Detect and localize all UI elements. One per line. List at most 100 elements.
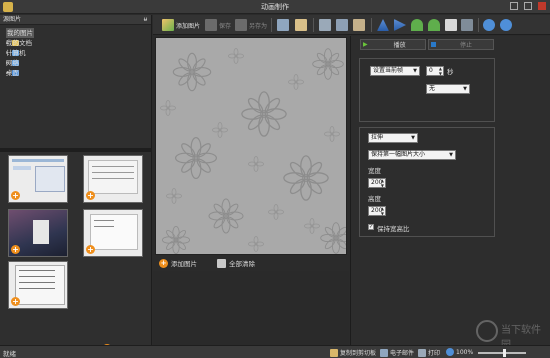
tree-item-my-pictures[interactable]: ▸ 我的图片 [6,28,151,38]
keep-ratio-label: 保持宽高比 [377,225,410,233]
height-stepper[interactable]: 200 ▲ ▼ [368,206,386,216]
flip-horizontal-icon [394,19,406,31]
seconds-label: 秒 [447,68,454,76]
chevron-down-icon: ▼ [411,135,415,141]
rotate-right-button[interactable] [428,18,440,32]
toolbar-separator [271,18,272,32]
thumb-graphic [19,282,55,283]
zoom-out-button[interactable] [500,18,512,32]
rotate-left-button[interactable] [411,18,423,32]
add-thumbnail-icon[interactable]: + [11,191,20,200]
add-thumbnail-icon[interactable]: + [11,245,20,254]
play-button[interactable]: ▶ 播放 [360,39,426,50]
thumbnail[interactable]: + [8,209,68,257]
save-as-label: 另存为 [249,22,268,30]
copy-button[interactable] [336,18,348,32]
thumbnail-grid: + + + + + [0,153,152,323]
thumb-graphic [92,178,134,179]
tree-item-network[interactable]: ▸ 网络 [6,58,151,68]
chevron-down-icon: ▼ [449,152,453,158]
width-label: 宽度 [368,167,381,175]
source-panel: 源图片 ᵾ ▸ 我的图片 ▸ 我的文档 ▸ 计算机 ▸ 网络 ▸ 桌面 [0,15,152,355]
add-image-frame-button[interactable]: + 添加图片 [159,258,197,268]
stop-button[interactable]: 停止 [428,39,494,50]
save-as-button[interactable]: 另存为 [235,18,267,32]
email-button[interactable] [295,18,307,32]
save-icon [205,19,217,31]
thumbnail[interactable]: + [8,261,68,309]
print-button[interactable] [277,18,289,32]
pin-icon[interactable]: ᵾ [144,15,147,25]
print-status-button[interactable]: 打印 [418,348,440,357]
thumb-graphic [35,166,65,192]
paste-button[interactable] [353,18,365,32]
clear-all-label: 全部清除 [229,260,255,268]
add-icon: + [159,258,168,268]
add-thumbnail-icon[interactable]: + [86,191,95,200]
email-label: 电子邮件 [390,350,415,357]
maximize-button[interactable] [524,2,532,10]
size-mode-select[interactable]: 保持第一幅图片大小 ▼ [368,150,456,160]
panel-splitter[interactable] [0,148,152,152]
delay-value: 0 [429,67,433,74]
zoom-slider[interactable] [478,349,526,357]
tree-item-my-documents[interactable]: ▸ 我的文档 [6,38,151,48]
minimize-button[interactable] [510,2,518,10]
copy-to-clipboard-button[interactable]: 复制到剪切板 [330,348,376,357]
toolbar-separator [371,18,372,32]
thumbnail[interactable]: + [83,209,143,257]
thumbnail[interactable]: + [83,155,143,203]
clear-all-button[interactable]: 全部清除 [217,258,255,268]
tree-item-label: 桌面 [6,69,19,77]
tree-item-computer[interactable]: ▸ 计算机 [6,48,151,58]
timing-group: 设置当前帧 ▼ 0 ▲ ▼ 秒 无 ▼ [359,58,495,122]
watermark-logo: 当下软件园 [474,318,550,351]
email-status-button[interactable]: 电子邮件 [380,348,414,357]
save-label: 保存 [219,22,232,30]
cut-button[interactable] [319,18,331,32]
folder-tree: ▸ 我的图片 ▸ 我的文档 ▸ 计算机 ▸ 网络 ▸ 桌面 [0,25,151,145]
stretch-select[interactable]: 拉伸 ▼ [368,133,418,143]
envelope-icon [295,19,307,31]
close-button[interactable] [538,2,546,10]
thumb-graphic [19,288,55,289]
add-image-frame-label: 添加图片 [171,260,197,268]
zoom-readout: 100% [446,348,473,356]
save-as-icon [235,19,247,31]
frame-button[interactable] [461,18,473,32]
add-image-button[interactable]: 添加图片 [162,18,200,32]
frame-icon [461,19,473,31]
width-stepper[interactable]: 200 ▲ ▼ [368,178,386,188]
chevron-down-icon: ▼ [463,86,467,92]
clipboard-icon [330,348,338,357]
properties-panel: ▶ 播放 停止 设置当前帧 ▼ 0 ▲ ▼ 秒 无 ▼ 拉伸 ▼ 保持第一幅图片大… [350,36,550,345]
effect-select[interactable]: 无 ▼ [426,84,470,94]
save-button[interactable]: 保存 [205,18,231,32]
title-bar: 动画制作 [0,0,550,14]
delay-stepper[interactable]: 0 ▲ ▼ [426,66,444,76]
keep-ratio-checkbox[interactable]: ✓ [368,224,374,230]
tree-item-desktop[interactable]: ▸ 桌面 [6,68,151,78]
toolbar-separator [313,18,314,32]
printer-icon [277,19,289,31]
copy-icon [336,19,348,31]
zoom-slider-handle[interactable] [502,349,506,357]
tree-item-label: 计算机 [6,49,26,57]
add-thumbnail-icon[interactable]: + [11,297,20,306]
toolbar: 添加图片 保存 另存为 [153,15,550,35]
flip-horizontal-button[interactable] [394,18,406,32]
stepper-arrows-icon: ▲ ▼ [380,206,384,216]
frame-mode-select[interactable]: 设置当前帧 ▼ [370,66,420,76]
tag-button[interactable] [445,18,457,32]
size-group: 拉伸 ▼ 保持第一幅图片大小 ▼ 宽度 200 ▲ ▼ 高度 200 ▲ ▼ ✓ 保… [359,127,495,237]
thumb-graphic [15,265,65,305]
preview-canvas[interactable] [155,37,347,255]
source-panel-header: 源图片 ᵾ [0,15,151,25]
frames-area [153,271,349,345]
tree-item-label: 我的图片 [6,28,34,38]
zoom-in-button[interactable] [483,18,495,32]
add-thumbnail-icon[interactable]: + [86,245,95,254]
toolbar-separator [478,18,479,32]
flip-vertical-button[interactable] [377,18,389,32]
thumbnail[interactable]: + [8,155,68,203]
